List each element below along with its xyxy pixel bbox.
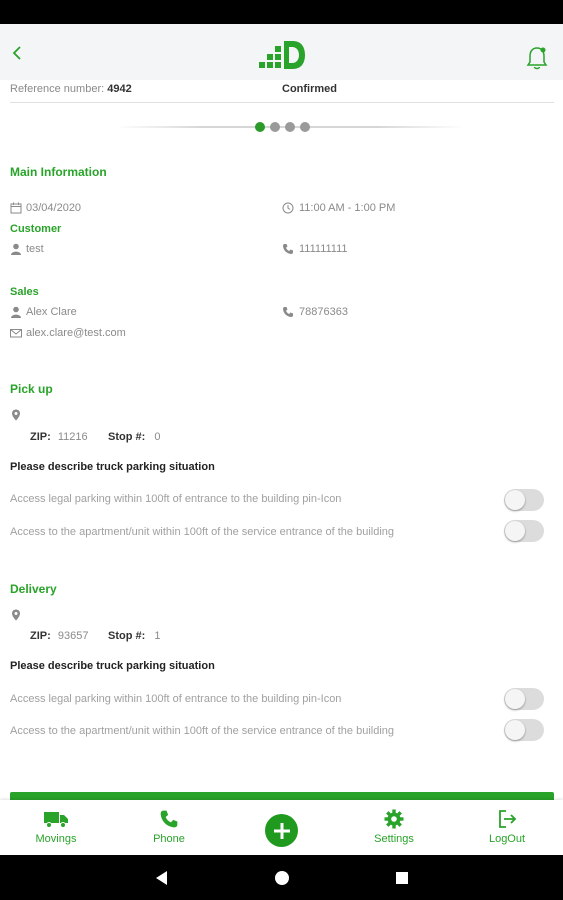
main-information-title: Main Information	[10, 165, 107, 179]
tab-settings-label: Settings	[374, 833, 414, 845]
sales-name: Alex Clare	[26, 306, 77, 318]
pickup-stop-value: 0	[154, 431, 161, 443]
delivery-parking-title: Please describe truck parking situation	[10, 660, 215, 672]
tab-movings-label: Movings	[35, 833, 77, 845]
triangle-back-icon	[156, 871, 167, 885]
divider	[10, 102, 554, 103]
tab-settings[interactable]: Settings	[349, 808, 439, 852]
phone-icon	[283, 307, 293, 317]
customer-name: test	[26, 243, 44, 255]
clock-icon	[282, 202, 294, 214]
pickup-parking-option-2: Access to the apartment/unit within 100f…	[10, 526, 395, 538]
pickup-stop: Stop #: 0	[108, 430, 160, 444]
pickup-stop-label: Stop #:	[108, 431, 146, 443]
location-pin-icon	[12, 409, 20, 421]
pager-dot-3[interactable]	[285, 122, 295, 132]
chevron-left-icon	[12, 46, 21, 60]
nav-recents-button[interactable]	[391, 867, 413, 889]
back-button[interactable]	[6, 42, 28, 64]
truck-icon	[44, 812, 68, 828]
logout-icon	[499, 810, 517, 828]
delivery-parking-toggle-2[interactable]	[504, 719, 544, 741]
pickup-parking-toggle-2[interactable]	[504, 520, 544, 542]
reference-number: Reference number: 4942	[10, 82, 132, 96]
pickup-zip: ZIP: 11216	[30, 430, 88, 444]
delivery-parking-option-1: Access legal parking within 100ft of ent…	[10, 693, 342, 705]
square-recents-icon	[396, 872, 408, 884]
sales-email[interactable]: alex.clare@test.com	[26, 326, 126, 340]
customer-phone[interactable]: 111111111	[299, 242, 348, 256]
delivery-title: Delivery	[10, 582, 57, 596]
envelope-icon	[10, 329, 22, 338]
tab-phone-label: Phone	[153, 833, 185, 845]
delivery-zip-value: 93657	[57, 630, 89, 642]
person-icon	[11, 306, 21, 318]
pager-dot-4[interactable]	[300, 122, 310, 132]
add-moving-button[interactable]	[265, 814, 298, 847]
nav-back-button[interactable]	[151, 867, 173, 889]
tab-phone[interactable]: Phone	[124, 808, 214, 852]
delivery-parking-option-2: Access to the apartment/unit within 100f…	[10, 725, 395, 737]
move-time: 11:00 AM - 1:00 PM	[299, 202, 396, 214]
delivery-zip-label: ZIP:	[30, 630, 51, 642]
sales-phone[interactable]: 78876363	[299, 305, 348, 319]
calendar-icon	[10, 202, 22, 214]
status-bar	[0, 0, 563, 24]
pickup-parking-option-1: Access legal parking within 100ft of ent…	[10, 493, 342, 505]
pickup-zip-value: 11216	[57, 431, 88, 443]
pickup-parking-title: Please describe truck parking situation	[10, 461, 215, 473]
circle-home-icon	[275, 871, 289, 885]
delivery-stop-value: 1	[154, 630, 161, 642]
pickup-zip-label: ZIP:	[30, 431, 51, 443]
pickup-title: Pick up	[10, 382, 53, 396]
move-date: 03/04/2020	[26, 202, 82, 214]
delivery-parking-toggle-1[interactable]	[504, 688, 544, 710]
plus-icon	[273, 822, 290, 839]
tab-movings[interactable]: Movings	[11, 808, 101, 852]
sales-label: Sales	[10, 286, 39, 298]
bell-icon[interactable]	[525, 45, 549, 71]
tab-logout[interactable]: LogOut	[462, 808, 552, 852]
gear-icon	[384, 809, 404, 829]
company-logo	[259, 41, 305, 69]
submit-button[interactable]	[10, 792, 554, 800]
bottom-tab-bar: Movings Phone Settings LogOut	[0, 800, 563, 855]
delivery-zip: ZIP: 93657	[30, 629, 88, 643]
pickup-parking-toggle-1[interactable]	[504, 489, 544, 511]
reference-value: 4942	[107, 83, 132, 95]
top-app-bar	[0, 24, 563, 80]
location-pin-icon	[12, 609, 20, 621]
nav-home-button[interactable]	[271, 867, 293, 889]
system-navigation-bar	[0, 855, 563, 900]
person-icon	[11, 243, 21, 255]
pager-dot-1[interactable]	[255, 122, 265, 132]
tab-logout-label: LogOut	[488, 833, 526, 845]
delivery-stop: Stop #: 1	[108, 629, 160, 643]
delivery-stop-label: Stop #:	[108, 630, 146, 642]
app-screen: Reference number: 4942 Confirmed Main In…	[0, 24, 563, 855]
job-status: Confirmed	[282, 83, 337, 95]
phone-icon	[160, 810, 178, 828]
pager-dot-2[interactable]	[270, 122, 280, 132]
customer-label: Customer	[10, 223, 62, 235]
phone-icon	[283, 244, 293, 254]
reference-label: Reference number:	[10, 83, 105, 95]
job-details-content[interactable]: Reference number: 4942 Confirmed Main In…	[0, 80, 563, 800]
